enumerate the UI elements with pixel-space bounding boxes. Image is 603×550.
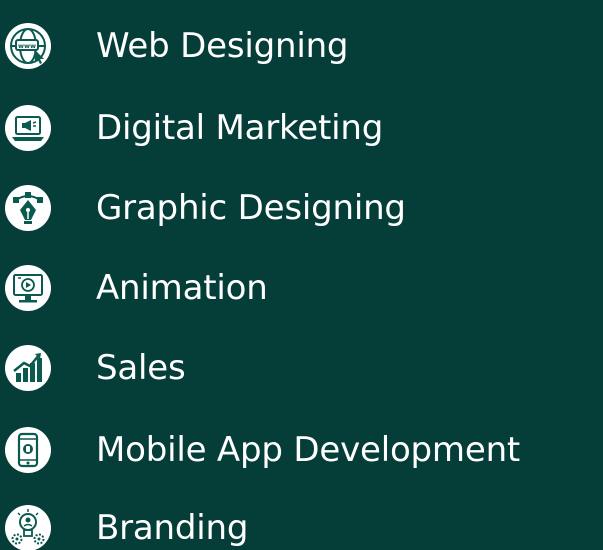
- services-list: www Web Designing Digital Marketing Grap…: [0, 0, 603, 550]
- service-item-mobile-app-development: Mobile App Development: [0, 418, 603, 482]
- service-label: Digital Marketing: [96, 108, 384, 148]
- lightbulb-gears-icon: [4, 504, 52, 550]
- service-item-digital-marketing: Digital Marketing: [0, 96, 603, 160]
- service-label: Branding: [96, 508, 249, 548]
- globe-www-icon: www: [4, 22, 52, 70]
- service-label: Sales: [96, 348, 186, 388]
- pen-tool-icon: [4, 184, 52, 232]
- laptop-megaphone-icon: [4, 104, 52, 152]
- smartphone-icon: [4, 426, 52, 474]
- service-item-web-designing: www Web Designing: [0, 14, 603, 78]
- svg-text:www: www: [18, 42, 36, 50]
- growth-chart-icon: [4, 344, 52, 392]
- service-label: Mobile App Development: [96, 430, 521, 470]
- service-label: Web Designing: [96, 26, 349, 66]
- service-item-animation: Animation: [0, 256, 603, 320]
- service-item-graphic-designing: Graphic Designing: [0, 176, 603, 240]
- monitor-play-icon: [4, 264, 52, 312]
- service-item-branding: Branding: [0, 496, 603, 550]
- service-label: Graphic Designing: [96, 188, 406, 228]
- service-item-sales: Sales: [0, 336, 603, 400]
- service-label: Animation: [96, 268, 268, 308]
